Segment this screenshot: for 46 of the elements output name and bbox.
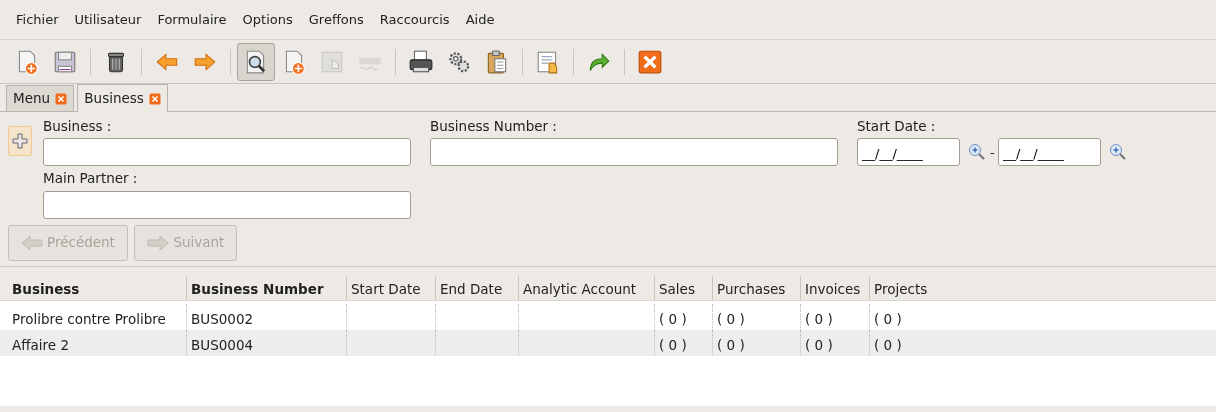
table-cell-text: ( 0 ) — [873, 310, 903, 329]
right-arrow-icon — [147, 234, 170, 251]
menu-item[interactable]: Greffons — [300, 9, 372, 30]
tab[interactable]: Business — [77, 84, 168, 112]
table-cell-text: ( 0 ) — [873, 336, 903, 355]
date-field[interactable]: __/__/____ — [997, 138, 1101, 167]
column-header[interactable]: Projects — [870, 276, 1210, 300]
menu-item[interactable]: Utilisateur — [66, 9, 150, 30]
field-label: Business Number : — [430, 118, 558, 135]
column-header[interactable]: Invoices — [801, 276, 870, 300]
table-cell: ( 0 ) — [655, 330, 713, 356]
range-separator: - — [990, 143, 995, 162]
menu-item[interactable]: Fichier — [8, 9, 67, 30]
printer-icon — [408, 48, 434, 75]
plus-icon — [11, 132, 29, 150]
close-icon — [637, 48, 663, 75]
search-icon[interactable] — [968, 143, 986, 162]
menu-item[interactable]: Options — [234, 9, 301, 30]
menu-item[interactable]: Aide — [457, 9, 503, 30]
column-header[interactable]: Business — [8, 276, 187, 300]
input-field[interactable] — [43, 138, 411, 167]
menu-item[interactable]: Formulaire — [149, 9, 235, 30]
add-button[interactable] — [8, 126, 32, 156]
input-field[interactable] — [430, 138, 838, 167]
column-header[interactable]: Purchases — [713, 276, 801, 300]
column-header[interactable]: Business Number — [187, 276, 347, 300]
left-arrow-icon — [21, 234, 43, 251]
close-icon[interactable] — [55, 92, 68, 105]
close-icon[interactable] — [148, 92, 161, 105]
field-label: Start Date : — [857, 118, 937, 135]
table-cell: ( 0 ) — [713, 330, 801, 356]
toolbar-button[interactable] — [237, 42, 275, 81]
column-header[interactable]: Start Date — [347, 276, 436, 300]
column-header[interactable]: End Date — [436, 276, 519, 300]
tab[interactable]: Menu — [6, 85, 75, 111]
menu-item[interactable]: Raccourcis — [371, 9, 458, 30]
input-field[interactable] — [43, 190, 411, 219]
date-field[interactable]: __/__/____ — [857, 138, 960, 167]
column-header[interactable]: Analytic Account — [519, 276, 655, 300]
table-cell: ( 0 ) — [801, 330, 870, 356]
field-label: Main Partner : — [43, 170, 139, 188]
search-icon[interactable] — [1108, 143, 1127, 162]
field-label: Business : — [43, 118, 113, 135]
column-header[interactable]: Sales — [655, 276, 713, 300]
table-cell: BUS0004 — [187, 330, 347, 356]
table-cell: Affaire 2 — [8, 330, 187, 356]
